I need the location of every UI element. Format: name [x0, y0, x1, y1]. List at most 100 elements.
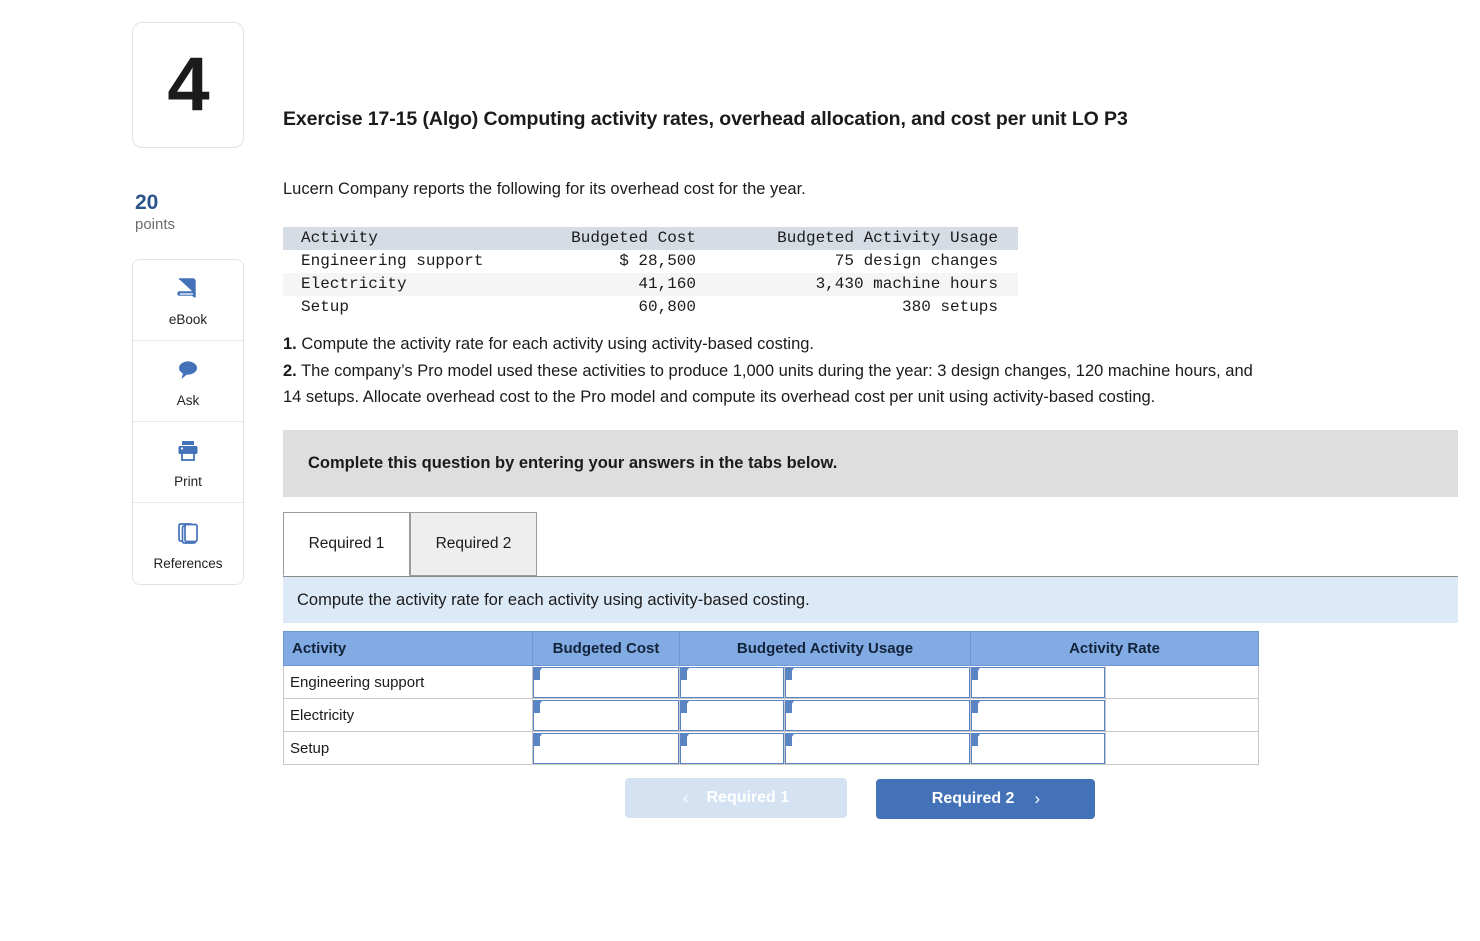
points-value: 20	[135, 191, 159, 214]
answer-col-header-budgeted-usage: Budgeted Activity Usage	[679, 631, 971, 666]
banner-text: Complete this question by entering your …	[308, 454, 838, 472]
cell-usage: 3,430 machine hours	[728, 273, 1018, 297]
cell-corner-icon	[972, 700, 980, 712]
requirement-1-number: 1.	[283, 335, 297, 353]
col-header-budgeted-usage: Budgeted Activity Usage	[728, 227, 1018, 251]
requirement-1-text: Compute the activity rate for each activ…	[301, 335, 815, 353]
cell-cost: 41,160	[548, 273, 728, 297]
table-row: Electricity 41,160 3,430 machine hours	[283, 273, 1018, 297]
cell-corner-icon	[534, 733, 542, 745]
question-page: 4 20 points eBook Ask Print References E…	[0, 0, 1480, 941]
prev-button-label: Required 1	[706, 789, 790, 806]
input-usage-unit-setup[interactable]	[784, 731, 971, 765]
answer-row-label: Setup	[283, 731, 533, 765]
tool-label: Print	[174, 474, 202, 490]
table-row: Electricity	[283, 698, 1259, 732]
cell-cost: 60,800	[638, 298, 696, 317]
chat-bubble-icon	[174, 354, 202, 386]
cell-corner-icon	[534, 667, 542, 679]
requirement-2-number: 2.	[283, 361, 297, 380]
cell-cost: $ 28,500	[619, 252, 696, 271]
cell-rate-unit-setup	[1105, 731, 1259, 765]
cell-rate-unit-electricity	[1105, 698, 1259, 732]
cell-corner-icon	[681, 733, 689, 745]
input-usage-unit-electricity[interactable]	[784, 698, 971, 732]
chevron-right-icon: ›	[1034, 789, 1041, 808]
input-rate-num-electricity[interactable]	[970, 698, 1106, 732]
prev-required-1-button[interactable]: ‹ Required 1	[625, 778, 847, 818]
table-header-row: Activity Budgeted Cost Budgeted Activity…	[283, 227, 1018, 251]
cell-corner-icon	[786, 667, 794, 679]
complete-question-banner: Complete this question by entering your …	[283, 430, 1458, 497]
requirement-2-text-line1: The company’s Pro model used these activ…	[301, 361, 1253, 380]
input-usage-num-setup[interactable]	[679, 731, 785, 765]
input-usage-unit-engineering[interactable]	[784, 665, 971, 699]
requirement-2-text-line2: 14 setups. Allocate overhead cost to the…	[283, 388, 1156, 407]
input-rate-num-engineering[interactable]	[970, 665, 1106, 699]
points-label: points	[135, 216, 176, 234]
tool-print[interactable]: Print	[133, 422, 243, 504]
answer-table: Activity Budgeted Cost Budgeted Activity…	[283, 631, 1259, 765]
table-row: Engineering support	[283, 665, 1259, 699]
tool-ask[interactable]: Ask	[133, 341, 243, 423]
input-budgeted-cost-electricity[interactable]	[532, 698, 680, 732]
answer-col-header-budgeted-cost: Budgeted Cost	[532, 631, 680, 666]
cell-activity: Electricity	[283, 273, 548, 297]
cell-corner-icon	[972, 733, 980, 745]
tool-label: eBook	[168, 312, 208, 328]
page-title: Exercise 17-15 (Algo) Computing activity…	[283, 108, 1128, 130]
navigation-buttons: ‹ Required 1 Required 2 ›	[625, 778, 1096, 819]
cell-corner-icon	[786, 700, 794, 712]
question-number: 4	[167, 42, 209, 127]
input-budgeted-cost-engineering[interactable]	[532, 665, 680, 699]
left-rail: 4 20 points eBook Ask Print References	[132, 22, 244, 586]
tool-label: References	[153, 555, 223, 571]
cell-corner-icon	[534, 700, 542, 712]
tab-required-2[interactable]: Required 2	[410, 512, 537, 576]
table-row: Engineering support $ 28,500 75 design c…	[283, 250, 1018, 273]
tool-references[interactable]: References	[133, 503, 243, 585]
answer-table-wrapper: Activity Budgeted Cost Budgeted Activity…	[283, 631, 1259, 765]
cell-corner-icon	[681, 700, 689, 712]
cell-corner-icon	[786, 733, 794, 745]
tools-panel: eBook Ask Print References	[132, 259, 244, 586]
tab-label: Required 2	[435, 535, 512, 552]
answer-col-header-activity: Activity	[283, 631, 533, 666]
cell-usage: 75 design changes	[834, 252, 998, 271]
answer-table-header-row: Activity Budgeted Cost Budgeted Activity…	[283, 631, 1259, 666]
input-usage-num-engineering[interactable]	[679, 665, 785, 699]
requirement-1: 1. Compute the activity rate for each ac…	[283, 332, 1480, 358]
next-button-label: Required 2	[931, 790, 1015, 807]
input-usage-num-electricity[interactable]	[679, 698, 785, 732]
answer-col-header-activity-rate: Activity Rate	[970, 631, 1259, 666]
requirement-2-line1: 2. The company’s Pro model used these ac…	[283, 359, 1480, 385]
tool-label: Ask	[176, 393, 200, 409]
tool-ebook[interactable]: eBook	[133, 260, 243, 342]
cell-corner-icon	[681, 667, 689, 679]
requirement-2-line2: 14 setups. Allocate overhead cost to the…	[283, 385, 1480, 411]
cell-rate-unit-engineering	[1105, 665, 1259, 699]
next-required-2-button[interactable]: Required 2 ›	[876, 779, 1096, 819]
tab-required-1[interactable]: Required 1	[283, 512, 410, 576]
copy-pages-icon	[174, 517, 202, 549]
given-data-table: Activity Budgeted Cost Budgeted Activity…	[283, 227, 1018, 320]
col-header-budgeted-cost: Budgeted Cost	[548, 227, 728, 251]
cell-usage: 380 setups	[901, 298, 998, 317]
answer-row-label: Engineering support	[283, 665, 533, 699]
book-icon	[174, 273, 202, 305]
input-budgeted-cost-setup[interactable]	[532, 731, 680, 765]
tab-label: Required 1	[308, 535, 385, 552]
requirements: 1. Compute the activity rate for each ac…	[283, 332, 1480, 412]
printer-icon	[174, 435, 202, 467]
col-header-activity: Activity	[283, 227, 548, 251]
input-rate-num-setup[interactable]	[970, 731, 1106, 765]
answer-row-label: Electricity	[283, 698, 533, 732]
question-number-box: 4	[132, 22, 244, 148]
intro-text: Lucern Company reports the following for…	[283, 180, 806, 198]
table-row: Setup	[283, 731, 1259, 765]
instruction-text: Compute the activity rate for each activ…	[297, 590, 810, 609]
points-block: 20 points	[132, 191, 244, 234]
chevron-left-icon: ‹	[682, 788, 689, 807]
cell-corner-icon	[972, 667, 980, 679]
cell-activity: Engineering support	[301, 252, 484, 271]
